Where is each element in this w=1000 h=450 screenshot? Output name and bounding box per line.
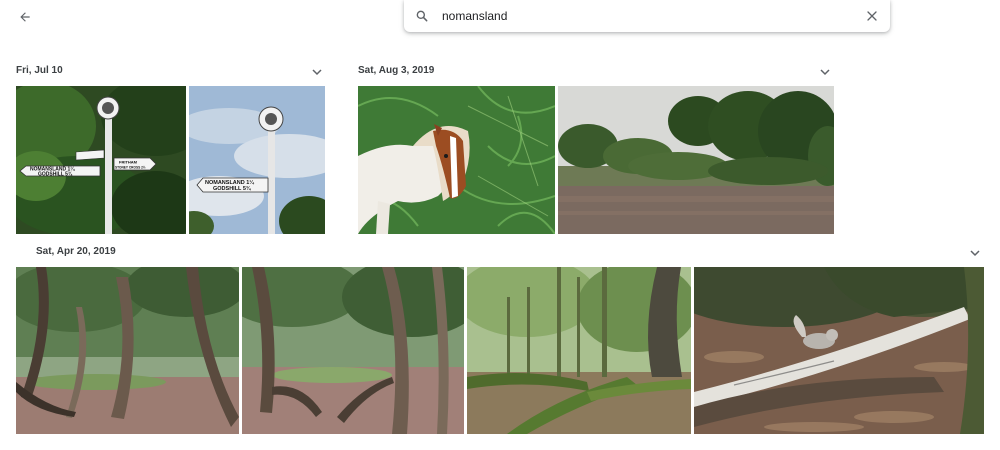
search-icon bbox=[416, 10, 428, 22]
sign-text: GODSHILL 5¾ bbox=[213, 185, 251, 192]
back-button[interactable] bbox=[12, 6, 38, 28]
date-heading: Sat, Aug 3, 2019 bbox=[358, 65, 435, 76]
group-collapse-button[interactable] bbox=[308, 64, 326, 80]
photo-forest-mossy-log[interactable] bbox=[467, 267, 691, 434]
photo-forest-2[interactable] bbox=[242, 267, 464, 434]
sign-text: GODSHILL 5¾ bbox=[38, 171, 73, 178]
photo-squirrel-log[interactable] bbox=[694, 267, 984, 434]
photo-signpost-sky[interactable]: NOMANSLAND 1¼ GODSHILL 5¾ bbox=[189, 86, 325, 234]
clear-search-button[interactable] bbox=[862, 6, 882, 26]
search-button[interactable] bbox=[412, 6, 432, 26]
photo-signpost-trees[interactable]: NOMANSLAND 1¼ GODSHILL 5¾ FRITHAM STONEY… bbox=[16, 86, 186, 234]
sign-text: FRITHAM bbox=[119, 160, 138, 165]
photo-forest-1[interactable] bbox=[16, 267, 239, 434]
photo-heath-landscape[interactable] bbox=[558, 86, 834, 234]
chevron-down-icon bbox=[970, 250, 980, 257]
date-heading: Sat, Apr 20, 2019 bbox=[36, 246, 116, 257]
group-collapse-button[interactable] bbox=[816, 64, 834, 80]
photo-pony-ferns[interactable] bbox=[358, 86, 555, 234]
chevron-down-icon bbox=[820, 69, 830, 76]
group-collapse-button[interactable] bbox=[966, 245, 984, 261]
sign-text: NOMANSLAND 1¼ bbox=[205, 179, 254, 186]
sign-text: STONEY CROSS 2½ bbox=[115, 166, 146, 170]
date-heading: Fri, Jul 10 bbox=[16, 65, 63, 76]
search-input[interactable] bbox=[442, 6, 842, 26]
search-bar bbox=[404, 0, 890, 32]
chevron-down-icon bbox=[312, 69, 322, 76]
arrow-back-icon bbox=[20, 12, 30, 22]
close-icon bbox=[867, 11, 877, 21]
